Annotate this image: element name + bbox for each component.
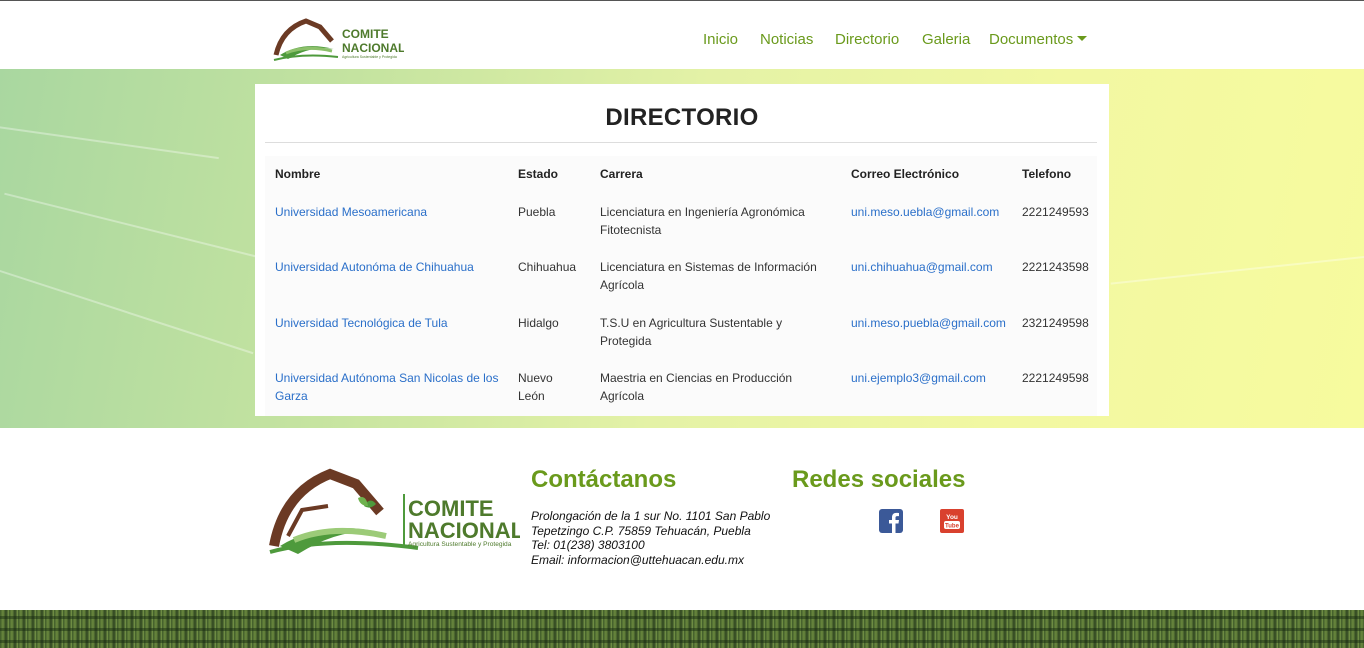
svg-text:COMITE: COMITE [342, 27, 389, 41]
navbar: COMITE NACIONAL Agricultura Sustentable … [0, 1, 1364, 69]
hero-light-streak [0, 120, 219, 160]
cell-estado: Puebla [518, 203, 588, 221]
field-row [0, 616, 1364, 619]
page-title: DIRECTORIO [605, 104, 759, 131]
university-link[interactable]: Universidad Autonóma de Chihuahua [275, 258, 505, 276]
cell-line: Garza [275, 389, 308, 403]
cell-carrera: Licenciatura en Sistemas de Información … [600, 258, 840, 294]
directory-card: DIRECTORIO Nombre Estado Carrera Correo … [255, 84, 1109, 416]
university-link[interactable]: Universidad Autónoma San Nicolas de los … [275, 369, 505, 405]
nav-noticias[interactable]: Noticias [760, 31, 813, 48]
column-header-nombre: Nombre [275, 167, 321, 181]
cell-line: Protegida [600, 334, 652, 348]
email-link[interactable]: uni.meso.uebla@gmail.com [851, 203, 999, 221]
email-link[interactable]: uni.chihuahua@gmail.com [851, 258, 993, 276]
cell-telefono: 2221243598 [1022, 260, 1089, 274]
cell-line: Licenciatura en Ingeniería Agronómica [600, 205, 805, 219]
divider [265, 142, 1097, 143]
svg-text:NACIONAL: NACIONAL [408, 518, 520, 543]
field-row [0, 628, 1364, 631]
cell-carrera: Maestria en Ciencias en Producción Agríc… [600, 369, 840, 405]
nav-documentos-dropdown[interactable]: Documentos [989, 31, 1088, 48]
email-link[interactable]: uni.meso.puebla@gmail.com [851, 314, 1006, 332]
cell-line: Maestria en Ciencias en Producción [600, 371, 793, 385]
caret-down-icon [1077, 36, 1088, 41]
column-header-correo: Correo Electrónico [851, 167, 960, 181]
cell-line: Chihuahua [518, 260, 577, 274]
cell-line: T.S.U en Agricultura Sustentable y [600, 316, 783, 330]
cell-line: Universidad Tecnológica de Tula [275, 316, 448, 330]
phone-line: Tel: 01(238) 3803100 [531, 538, 645, 552]
hero-light-streak [0, 265, 254, 355]
cell-estado: Hidalgo [518, 314, 588, 332]
footer-logo: COMITE NACIONAL Agricultura Sustentable … [269, 468, 520, 554]
cell-line: Agrícola [600, 389, 645, 403]
column-header-estado: Estado [518, 167, 559, 181]
crop-field-image [0, 610, 1364, 648]
cell-line: Hidalgo [518, 316, 559, 330]
footer: COMITE NACIONAL Agricultura Sustentable … [0, 428, 1364, 610]
hero-light-streak [4, 192, 296, 268]
cell-estado: Chihuahua [518, 258, 588, 276]
column-header-carrera: Carrera [600, 167, 643, 181]
nav-galeria[interactable]: Galeria [922, 31, 970, 48]
address-line: Tepetzingo C.P. 75859 Tehuacán, Puebla [531, 523, 751, 538]
address-line: Prolongación de la 1 sur No. 1101 San Pa… [531, 509, 771, 523]
email-line: Email: informacion@uttehuacan.edu.mx [531, 552, 744, 567]
cell-telefono: 2321249598 [1022, 316, 1089, 330]
hero-light-streak [1110, 255, 1364, 285]
field-row [0, 640, 1364, 643]
contact-address: Prolongación de la 1 sur No. 1101 San Pa… [531, 509, 770, 567]
facebook-icon[interactable] [879, 509, 903, 533]
cell-line: Universidad Autónoma San Nicolas de los [275, 371, 499, 385]
cell-line: Agrícola [600, 278, 645, 292]
svg-text:Tube: Tube [945, 524, 960, 530]
email-link[interactable]: uni.ejemplo3@gmail.com [851, 369, 986, 387]
column-header-telefono: Telefono [1022, 167, 1072, 181]
cell-carrera: Licenciatura en Ingeniería Agronómica Fi… [600, 203, 840, 239]
cell-line: Puebla [518, 205, 556, 219]
nav-inicio[interactable]: Inicio [703, 31, 738, 48]
svg-text:You: You [946, 514, 958, 521]
youtube-icon[interactable]: You Tube [940, 509, 964, 533]
cell-line: Universidad Mesoamericana [275, 205, 428, 219]
nav-documentos-label: Documentos [989, 31, 1074, 48]
university-link[interactable]: Universidad Mesoamericana [275, 203, 505, 221]
cell-line: Nuevo [518, 371, 553, 385]
cell-estado: Nuevo León [518, 369, 588, 405]
cell-line: Universidad Autonóma de Chihuahua [275, 260, 474, 274]
social-heading: Redes sociales [792, 466, 966, 493]
svg-text:Agricultura Sustentable y Prot: Agricultura Sustentable y Protegida [342, 55, 397, 59]
svg-text:NACIONAL: NACIONAL [342, 41, 404, 55]
nav-directorio[interactable]: Directorio [835, 31, 899, 48]
contact-heading: Contáctanos [531, 466, 677, 493]
cell-telefono: 2221249593 [1022, 205, 1089, 219]
cell-line: Fitotecnista [600, 223, 662, 237]
cell-line: Licenciatura en Sistemas de Información [600, 260, 817, 274]
cell-line: León [518, 389, 545, 403]
university-link[interactable]: Universidad Tecnológica de Tula [275, 314, 505, 332]
cell-telefono: 2221249598 [1022, 371, 1089, 385]
cell-carrera: T.S.U en Agricultura Sustentable y Prote… [600, 314, 840, 350]
site-logo[interactable]: COMITE NACIONAL Agricultura Sustentable … [272, 15, 404, 63]
svg-text:Agricultura Sustentable y Prot: Agricultura Sustentable y Protegida [408, 541, 512, 548]
